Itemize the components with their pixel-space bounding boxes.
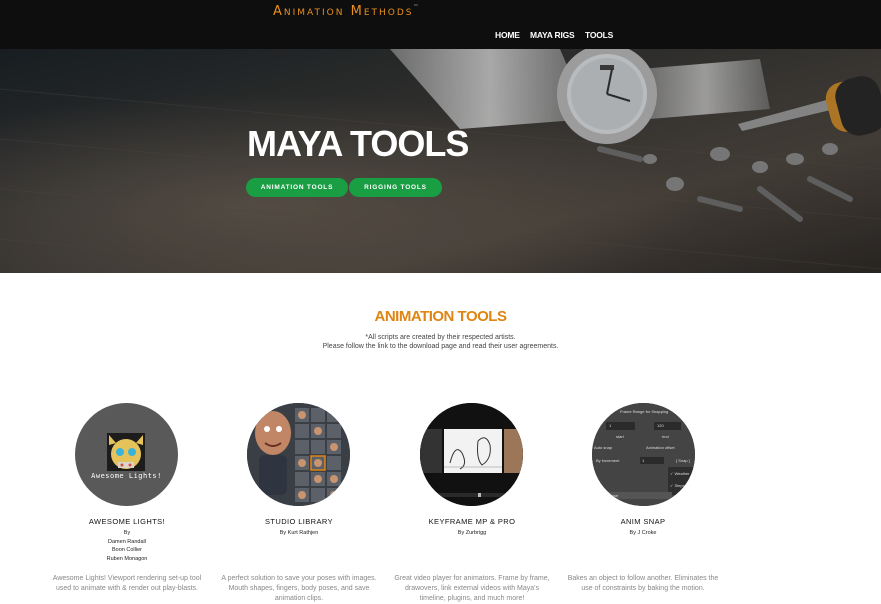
section-title: ANIMATION TOOLS	[374, 308, 507, 325]
snap-button: [ Snap ]	[676, 458, 690, 463]
attribution-note: *All scripts are created by their respec…	[365, 334, 516, 341]
tool-description: A perfect solution to save your poses wi…	[221, 575, 377, 602]
end-frame-input: 120	[654, 422, 681, 430]
dialog-title: Frame Range for Snapping	[620, 409, 669, 414]
tool-author: By Zurbrigg	[457, 530, 487, 536]
tool-description: Bakes an object to follow another. Elimi…	[567, 575, 719, 592]
logo-text: Animation Methods	[273, 4, 414, 19]
nav-tools-link[interactable]: TOOLS	[585, 30, 613, 40]
studio-library-thumbnail[interactable]	[247, 403, 350, 506]
close-button: Close	[604, 492, 672, 499]
tool-description: Great video player for animators. Frame …	[394, 575, 550, 602]
tool-title-studio-library[interactable]: STUDIO LIBRARY	[219, 517, 379, 526]
start-frame-input: 1	[606, 422, 635, 430]
page-title: MAYA TOOLS	[247, 123, 469, 164]
increment-input: 1	[640, 457, 664, 464]
menu-item: ✓ Steps	[670, 483, 685, 488]
anim-snap-thumbnail[interactable]: Frame Range for Snapping 1 120 start end…	[592, 403, 695, 506]
by-increment-label: By increment	[596, 458, 620, 463]
site-logo[interactable]: Animation Methods™	[273, 4, 419, 19]
tool-description: Awesome Lights! Viewport rendering set-u…	[52, 575, 202, 592]
hero-banner: MAYA TOOLS ANIMATION TOOLS RIGGING TOOLS	[0, 49, 881, 273]
nav-maya-rigs-link[interactable]: MAYA RIGS	[530, 30, 575, 40]
animation-tools-button[interactable]: ANIMATION TOOLS	[246, 178, 348, 197]
menu-item: ✓ Weather	[670, 471, 690, 476]
nav-home-link[interactable]: HOME	[495, 30, 520, 40]
awesome-lights-thumbnail[interactable]: Awesome Lights!	[75, 403, 178, 506]
auto-snap-option: Auto snap	[594, 445, 613, 450]
studio-library-screenshot-icon	[247, 403, 350, 506]
rigging-tools-button[interactable]: RIGGING TOOLS	[349, 178, 442, 197]
awesome-lights-thumb-text: Awesome Lights!	[91, 472, 162, 480]
trademark-mark: ™	[413, 4, 419, 10]
skull-logo-icon	[107, 433, 145, 471]
anim-snap-dialog-screenshot: Frame Range for Snapping 1 120 start end…	[592, 403, 695, 506]
context-menu: ✓ Weather ✓ Steps	[668, 467, 695, 495]
start-label: start	[616, 434, 624, 439]
keyframe-player-screenshot-icon	[420, 403, 523, 506]
tool-author: Ruben Monagon	[106, 556, 148, 562]
agreement-note: Please follow the link to the download p…	[322, 343, 559, 350]
tool-author: By Kurt Rathjen	[279, 530, 319, 536]
tool-title-keyframe-mp[interactable]: KEYFRAME MP & PRO	[392, 517, 552, 526]
tool-author: Damen Randall	[108, 539, 146, 545]
tool-title-awesome-lights[interactable]: AWESOME LIGHTS!	[47, 517, 207, 526]
animation-offset-option: Animation offset	[646, 445, 675, 450]
keyframe-mp-thumbnail[interactable]	[420, 403, 523, 506]
top-navigation-bar: Animation Methods™ HOME MAYA RIGS TOOLS	[0, 0, 881, 49]
end-label: end	[662, 434, 669, 439]
tool-author: By J Croke	[629, 530, 657, 536]
tool-author: Boon Collier	[112, 547, 142, 553]
tool-title-anim-snap[interactable]: ANIM SNAP	[563, 517, 723, 526]
tool-by-label: By	[123, 530, 131, 536]
